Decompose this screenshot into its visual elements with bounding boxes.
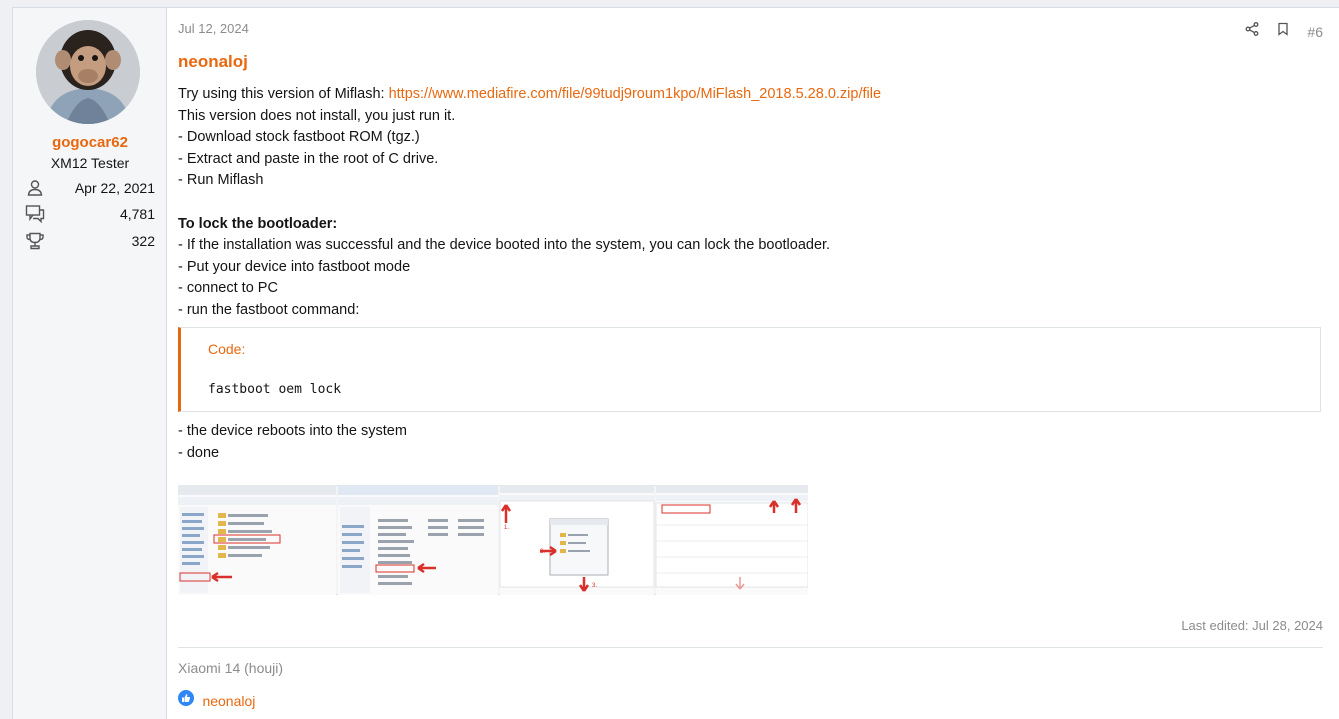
- post-body-after: - the device reboots into the system - d…: [178, 421, 407, 464]
- svg-text:1.: 1.: [504, 525, 509, 531]
- code-text[interactable]: fastboot oem lock: [208, 382, 341, 397]
- body-heading: To lock the bootloader:: [178, 215, 338, 232]
- user-column: gogocar62 XM12 Tester Apr 22, 2021 4,781: [13, 8, 167, 719]
- body-line: - Put your device into fastboot mode: [178, 258, 411, 275]
- username[interactable]: gogocar62: [13, 134, 167, 151]
- body-line: - Extract and paste in the root of C dri…: [178, 150, 439, 167]
- avatar[interactable]: [36, 20, 140, 124]
- download-link[interactable]: https://www.mediafire.com/file/99tudj9ro…: [389, 86, 881, 102]
- post-date[interactable]: Jul 12, 2024: [178, 21, 249, 36]
- last-edited: Last edited: Jul 28, 2024: [1181, 618, 1323, 633]
- reaction-user-link[interactable]: neonaloj: [202, 693, 255, 709]
- svg-text:2.: 2.: [540, 549, 545, 555]
- body-line: - run the fastboot command:: [178, 301, 360, 318]
- body-line: Try using this version of Miflash: https…: [178, 84, 1318, 106]
- post-number[interactable]: #6: [1307, 24, 1323, 40]
- attached-screenshot[interactable]: 1. 2. 3.: [177, 484, 809, 596]
- trophy-icon: [25, 231, 45, 251]
- stat-value: 4,781: [119, 206, 155, 222]
- body-intro: Try using this version of Miflash:: [178, 86, 389, 102]
- stat-value: 322: [131, 233, 155, 249]
- post-content: Jul 12, 2024 #6 neonaloj Try using this …: [177, 8, 1339, 719]
- svg-text:3.: 3.: [592, 583, 597, 589]
- like-icon: [178, 690, 194, 711]
- post-body: Try using this version of Miflash: https…: [178, 84, 1318, 322]
- body-line: This version does not install, you just …: [178, 107, 456, 124]
- signature-divider: [178, 647, 1323, 648]
- code-label: Code:: [208, 341, 246, 357]
- stat-reactions: 322: [23, 231, 155, 253]
- stat-joined: Apr 22, 2021: [23, 178, 155, 200]
- body-line: - done: [178, 444, 220, 461]
- user-icon: [25, 178, 45, 198]
- reactions-bar[interactable]: neonaloj: [178, 690, 255, 710]
- body-line: - connect to PC: [178, 280, 278, 297]
- body-line: - Download stock fastboot ROM (tgz.): [178, 129, 420, 146]
- body-line: - Run Miflash: [178, 172, 264, 189]
- signature: Xiaomi 14 (houji): [178, 660, 284, 676]
- post-container: gogocar62 XM12 Tester Apr 22, 2021 4,781: [12, 7, 1339, 719]
- user-title: XM12 Tester: [50, 155, 130, 171]
- messages-icon: [25, 204, 45, 224]
- body-line: - the device reboots into the system: [178, 423, 407, 439]
- post-author[interactable]: neonaloj: [178, 52, 248, 72]
- share-icon[interactable]: [1245, 22, 1259, 41]
- stat-value: Apr 22, 2021: [74, 180, 155, 196]
- body-line: - If the installation was successful and…: [178, 237, 831, 254]
- code-block[interactable]: Code: fastboot oem lock: [178, 327, 1321, 412]
- stat-messages: 4,781: [23, 204, 155, 226]
- bookmark-icon[interactable]: [1277, 22, 1289, 41]
- post-actions: #6: [1231, 22, 1323, 42]
